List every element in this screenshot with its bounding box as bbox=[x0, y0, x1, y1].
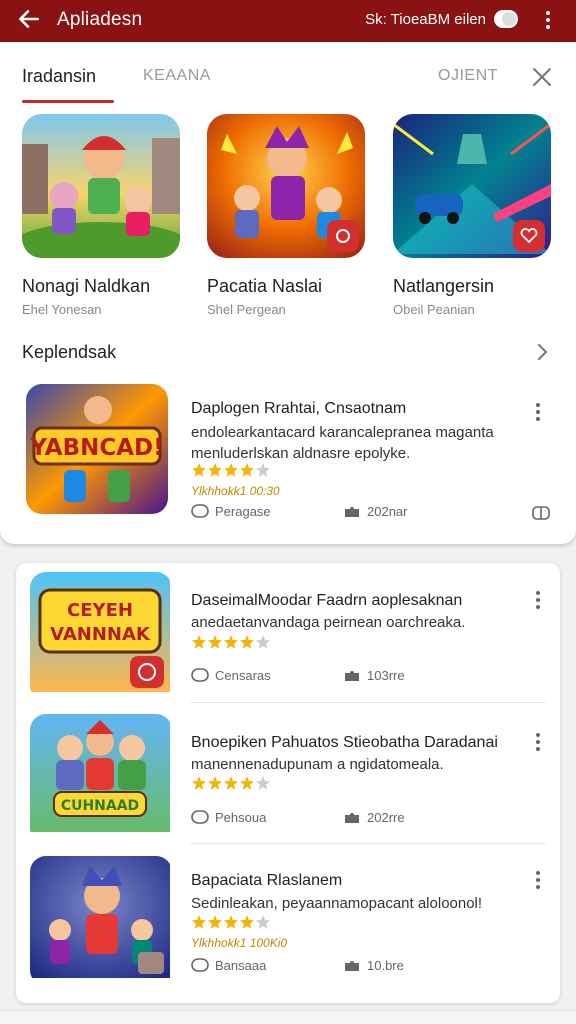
badge bbox=[327, 220, 359, 252]
more-vert-icon[interactable] bbox=[532, 732, 544, 752]
tag-icon bbox=[191, 958, 209, 972]
game-thumbnail[interactable] bbox=[22, 114, 180, 258]
star-rating-icon bbox=[192, 463, 270, 477]
meta-category-label: Bansaaa bbox=[215, 958, 267, 973]
badge-icon bbox=[336, 229, 350, 243]
close-icon[interactable] bbox=[531, 66, 553, 88]
tab-third[interactable]: OJIENT bbox=[438, 67, 498, 85]
featured-publisher: Obeil Peanian bbox=[393, 302, 475, 317]
item-description: endolearkantacard karancalepranea magant… bbox=[191, 424, 494, 462]
meta-size-label: 202rre bbox=[367, 810, 405, 825]
star-rating-icon bbox=[192, 635, 270, 649]
item-title[interactable]: DaseimalMoodar Faadrn aoplesaknan bbox=[191, 592, 462, 610]
star-rating-icon bbox=[192, 915, 270, 929]
meta-category: Bansaaa bbox=[191, 958, 266, 973]
puzzle-icon bbox=[345, 507, 359, 517]
item-title[interactable]: Bnoepiken Pahuatos Stieobatha Daradanai bbox=[191, 734, 498, 752]
meta-size: 202nar bbox=[343, 503, 407, 519]
game-thumbnail[interactable] bbox=[207, 114, 365, 258]
item-description: anedaetanvandaga peirnean oarchreaka. bbox=[191, 614, 466, 631]
game-thumbnail[interactable] bbox=[393, 114, 551, 258]
tag-icon bbox=[191, 810, 209, 824]
divider bbox=[190, 702, 546, 703]
puzzle-icon bbox=[345, 671, 359, 681]
meta-category: Censaras bbox=[191, 668, 271, 683]
meta-category-label: Pehsoua bbox=[215, 810, 267, 825]
app-title: Apliadesn bbox=[57, 9, 143, 30]
tab-active[interactable]: Iradansin bbox=[22, 66, 96, 87]
featured-title[interactable]: Nonagi Naldkan bbox=[22, 276, 222, 297]
tag-icon bbox=[191, 668, 209, 682]
review-count: Ylkhhokk1 100Ki0 bbox=[191, 936, 288, 950]
back-arrow-icon[interactable] bbox=[16, 6, 42, 32]
divider bbox=[190, 843, 546, 844]
meta-category: Pehsoua bbox=[191, 810, 266, 825]
overflow-menu-icon[interactable] bbox=[540, 8, 556, 32]
featured-title[interactable]: Natlangersin bbox=[393, 276, 576, 297]
featured-card[interactable]: Pacatia Naslai Shel Pergean bbox=[207, 114, 367, 317]
puzzle-icon bbox=[345, 961, 359, 971]
list-item[interactable]: CEYEH VANNNAK DaseimalMoodar Faadrn aopl… bbox=[0, 572, 576, 712]
meta-size: 103rre bbox=[343, 667, 405, 683]
badge bbox=[513, 220, 545, 252]
chevron-right-icon[interactable] bbox=[534, 342, 550, 362]
svg-text:CEYEH: CEYEH bbox=[67, 600, 133, 621]
more-vert-icon[interactable] bbox=[532, 870, 544, 890]
heart-icon bbox=[520, 228, 538, 244]
featured-publisher: Shel Pergean bbox=[207, 302, 286, 317]
game-icon[interactable]: CEYEH VANNNAK bbox=[30, 572, 172, 702]
item-title[interactable]: Bapaciata Rlaslanem bbox=[191, 872, 342, 890]
featured-title[interactable]: Pacatia Naslai bbox=[207, 276, 407, 297]
meta-size: 202rre bbox=[343, 809, 405, 825]
meta-category: Peragase bbox=[191, 504, 271, 519]
meta-category-label: Peragase bbox=[215, 504, 271, 519]
star-rating-icon bbox=[192, 776, 270, 790]
more-vert-icon[interactable] bbox=[532, 402, 544, 422]
featured-card[interactable]: Nonagi Naldkan Ehel Yonesan bbox=[22, 114, 182, 317]
tab-second[interactable]: KEAANA bbox=[143, 67, 211, 85]
meta-size-label: 202nar bbox=[367, 504, 408, 519]
review-count: Ylkhhokk1 00:30 bbox=[191, 484, 280, 498]
more-vert-icon[interactable] bbox=[532, 590, 544, 610]
bookmark-icon[interactable] bbox=[532, 506, 550, 520]
featured-card[interactable]: Natlangersin Obeil Peanian bbox=[393, 114, 553, 317]
game-icon[interactable]: CUHNAAD bbox=[30, 714, 172, 844]
meta-size-label: 10.bre bbox=[367, 958, 404, 973]
svg-text:CUHNAAD: CUHNAAD bbox=[61, 798, 139, 814]
game-icon[interactable] bbox=[30, 856, 172, 986]
meta-size: 10.bre bbox=[343, 957, 404, 973]
item-description: manennenadupunam a ngidatomeala. bbox=[191, 756, 444, 773]
meta-category-label: Censaras bbox=[215, 668, 271, 683]
item-description: Sedinleakan, peyaannamopacant aloloonol! bbox=[191, 895, 483, 912]
list-item[interactable]: YABNCAD! Daplogen Rrahtai, Cnsaotnam end… bbox=[0, 382, 576, 522]
puzzle-icon bbox=[345, 813, 359, 823]
top-panel: Iradansin KEAANA OJIENT Nonagi Naldkan E… bbox=[0, 42, 576, 544]
list-item[interactable]: CUHNAAD Bnoepiken Pahuatos Stieobatha Da… bbox=[0, 714, 576, 854]
item-title[interactable]: Daplogen Rrahtai, Cnsaotnam bbox=[191, 400, 406, 418]
game-icon[interactable]: YABNCAD! bbox=[26, 384, 168, 514]
bottom-edge bbox=[0, 1010, 576, 1024]
svg-text:VANNNAK: VANNNAK bbox=[50, 624, 151, 645]
featured-publisher: Ehel Yonesan bbox=[22, 302, 102, 317]
account-label[interactable]: Sk: TioeaBM eilen bbox=[365, 11, 486, 28]
tab-indicator bbox=[22, 100, 114, 103]
meta-size-label: 103rre bbox=[367, 668, 405, 683]
mode-toggle[interactable] bbox=[494, 10, 518, 28]
app-bar: Apliadesn Sk: TioeaBM eilen bbox=[0, 0, 576, 42]
section-title: Keplendsak bbox=[22, 342, 117, 362]
tag-icon bbox=[191, 504, 209, 518]
list-item[interactable]: Bapaciata Rlaslanem Sedinleakan, peyaann… bbox=[0, 856, 576, 996]
icon-text: YABNCAD! bbox=[29, 435, 163, 461]
